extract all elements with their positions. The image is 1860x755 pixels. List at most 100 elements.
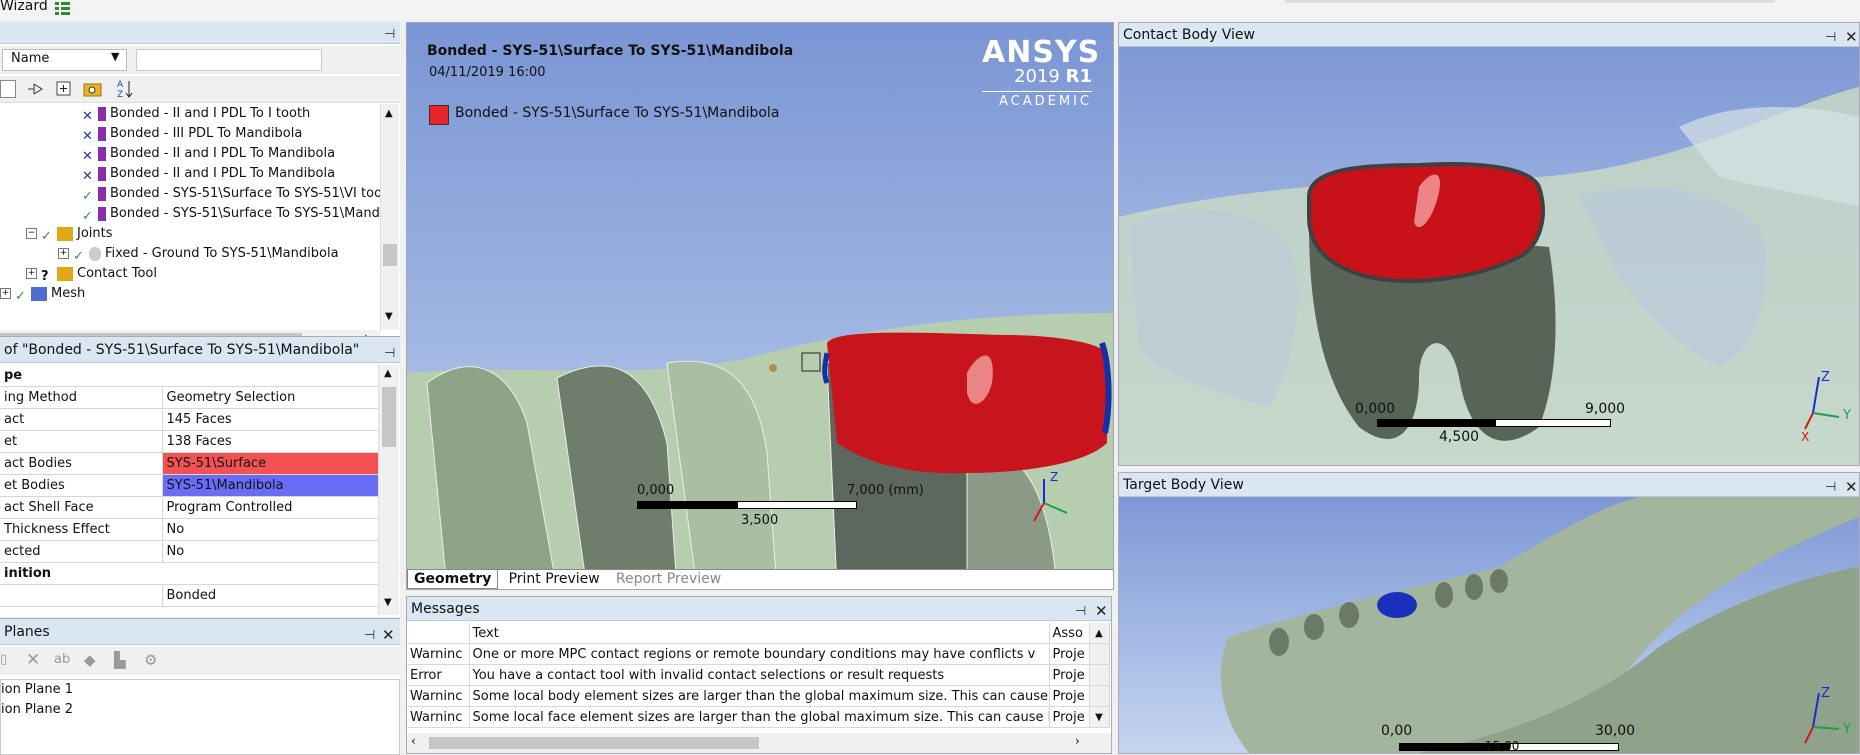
message-type: Error [407, 664, 470, 686]
wizard-icon[interactable] [54, 0, 72, 16]
message-row[interactable]: Warninc Some local body element sizes are… [407, 685, 1110, 707]
details-row-value[interactable]: SYS-51\Surface [162, 452, 379, 475]
delete-icon[interactable]: ✕ [26, 650, 40, 670]
details-row[interactable]: act 145 Faces [0, 408, 379, 431]
col-assoc-header[interactable]: Asso [1049, 623, 1090, 644]
sort-az-icon[interactable]: AZ [116, 78, 134, 100]
messages-scroll-track[interactable] [1089, 685, 1110, 707]
list-item[interactable]: ion Plane 2 [1, 700, 73, 720]
details-row[interactable]: ected No [0, 540, 379, 563]
expand-icon[interactable]: + [0, 288, 11, 299]
details-row-value[interactable]: No [162, 518, 379, 541]
expand-icon[interactable]: + [26, 268, 37, 279]
tree-item-joints[interactable]: − ✓ Joints [26, 224, 113, 244]
details-row-value[interactable]: 138 Faces [162, 430, 379, 453]
messages-scroll-track[interactable] [1089, 664, 1110, 686]
details-row[interactable]: et Bodies SYS-51\Mandibola [0, 474, 379, 497]
close-icon[interactable]: ✕ [1845, 475, 1858, 499]
details-row[interactable]: et 138 Faces [0, 430, 379, 453]
contact-region-icon [98, 166, 106, 181]
filter-type-select[interactable]: Name ▼ [2, 49, 127, 71]
close-icon[interactable]: ✕ [382, 622, 395, 648]
details-row[interactable]: act Shell Face Program Controlled [0, 496, 379, 519]
mesh-icon [31, 286, 47, 301]
plane-icon[interactable]: ◆ [84, 651, 96, 669]
expand-icon[interactable]: + [58, 248, 69, 259]
details-row-value[interactable]: No [162, 540, 379, 563]
target-scale-mid: 15,00 [1485, 739, 1520, 753]
filter-search-input[interactable] [136, 49, 322, 71]
expand-view-icon[interactable] [0, 80, 16, 98]
contact-region-icon [98, 186, 106, 201]
new-plane-icon[interactable]: ▯ [0, 652, 7, 667]
tree-item-contact-tool[interactable]: +? Contact Tool [26, 264, 157, 284]
tree-filter-icon[interactable] [26, 81, 44, 97]
details-row[interactable]: ing Method Geometry Selection [0, 386, 379, 409]
tree-item-mesh[interactable]: + ✓ Mesh [0, 284, 85, 304]
tree-item[interactable]: ✕ Bonded - II and I PDL To Mandibola [82, 144, 335, 164]
tree-item[interactable]: ✓ Bonded - SYS-51\Surface To SYS-51\Mandi… [82, 204, 387, 224]
target-viewport[interactable]: Z Y 0,00 30,00 15,00 [1119, 497, 1859, 753]
main-viewport[interactable]: Z Bonded - SYS-51\Surface To SYS-51\Mand… [406, 22, 1114, 590]
messages-scroll-track[interactable]: ▼ [1089, 706, 1110, 728]
tab-report-preview[interactable]: Report Preview [610, 570, 727, 588]
details-scrollbar[interactable]: ▲ ▼ [378, 365, 399, 615]
wizard-label[interactable]: Wizard [0, 0, 48, 14]
details-row-value[interactable]: Bonded [162, 584, 379, 607]
tab-geometry[interactable]: Geometry [407, 570, 499, 589]
details-row[interactable]: inition [0, 562, 379, 585]
tree-item[interactable]: ✕ Bonded - II and I PDL To I tooth [82, 104, 310, 124]
details-row-value[interactable]: Program Controlled [162, 496, 379, 519]
tab-print-preview[interactable]: Print Preview [503, 570, 606, 588]
details-row-value[interactable]: 145 Faces [162, 408, 379, 431]
svg-text:A: A [117, 80, 124, 90]
message-row[interactable]: Warninc One or more MPC contact regions o… [407, 643, 1110, 665]
pin-icon[interactable]: ⊣ [1075, 600, 1086, 624]
expand-all-icon[interactable] [56, 81, 72, 97]
details-row[interactable]: Thickness Effect No [0, 518, 379, 541]
contact-scale-bar [1377, 419, 1495, 427]
message-row[interactable]: Warninc Some local face element sizes are… [407, 706, 1110, 728]
details-row[interactable]: act Bodies SYS-51\Surface [0, 452, 379, 475]
contact-viewport[interactable]: Z Y X 0,000 9,000 4,500 [1119, 47, 1859, 465]
details-row[interactable]: Bonded [0, 584, 379, 607]
rename-icon[interactable]: ab [54, 652, 70, 667]
messages-hscrollbar[interactable]: ‹ › [407, 733, 1111, 753]
details-row-value[interactable]: SYS-51\Mandibola [162, 474, 379, 497]
outline-scrollbar[interactable]: ▲ ▼ [380, 104, 399, 330]
contact-body-view: Contact Body View ⊣ ✕ Z Y X 0,000 9,000 … [1118, 22, 1860, 466]
checkmark-icon: ✓ [41, 228, 52, 244]
svg-text:Y: Y [1842, 408, 1851, 423]
planes-title-bar: Planes ⊣ ✕ [0, 619, 400, 645]
details-row-label: et [0, 430, 163, 453]
tree-item[interactable]: ✕ Bonded - III PDL To Mandibola [82, 124, 302, 144]
legend-swatch [429, 105, 449, 125]
planes-toolbar: ▯ ✕ ab ◆ ▙ ⚙ [0, 647, 400, 675]
scroll-up-icon[interactable]: ▲ [1089, 623, 1110, 644]
tree-item[interactable]: + ✓ Fixed - Ground To SYS-51\Mandibola [58, 244, 339, 264]
details-row[interactable]: pe [0, 365, 379, 387]
ansys-logo: ANSYS 2019 R1 ACADEMIC [982, 35, 1101, 109]
pin-icon[interactable]: ⊣ [364, 623, 375, 649]
pin-icon[interactable]: ⊣ [1825, 476, 1836, 500]
tree-item[interactable]: ✓ Bonded - SYS-51\Surface To SYS-51\VI to… [82, 184, 382, 204]
contact-scale-right: 9,000 [1585, 401, 1626, 417]
message-text: You have a contact tool with invalid con… [469, 664, 1050, 686]
pin-icon[interactable]: ⊣ [1825, 26, 1836, 50]
collapse-icon[interactable]: − [26, 228, 37, 239]
details-row-value[interactable]: Geometry Selection [162, 386, 379, 409]
pin-icon[interactable]: ⊣ [384, 341, 395, 367]
message-type: Warninc [407, 643, 470, 665]
message-row[interactable]: Error You have a contact tool with invali… [407, 664, 1110, 686]
folder-icon[interactable] [83, 80, 103, 98]
tree-item[interactable]: ✕ Bonded - II and I PDL To Mandibola [82, 164, 335, 184]
section-icon[interactable]: ▙ [114, 651, 126, 669]
details-row-label: ected [0, 540, 163, 563]
pin-icon[interactable]: ⊣ [384, 24, 395, 46]
col-text-header[interactable]: Text [469, 623, 1050, 644]
close-icon[interactable]: ✕ [1845, 25, 1858, 49]
messages-scroll-track[interactable] [1089, 643, 1110, 665]
settings-icon[interactable]: ⚙ [144, 651, 157, 669]
close-icon[interactable]: ✕ [1095, 599, 1108, 623]
list-item[interactable]: ion Plane 1 [1, 680, 73, 700]
